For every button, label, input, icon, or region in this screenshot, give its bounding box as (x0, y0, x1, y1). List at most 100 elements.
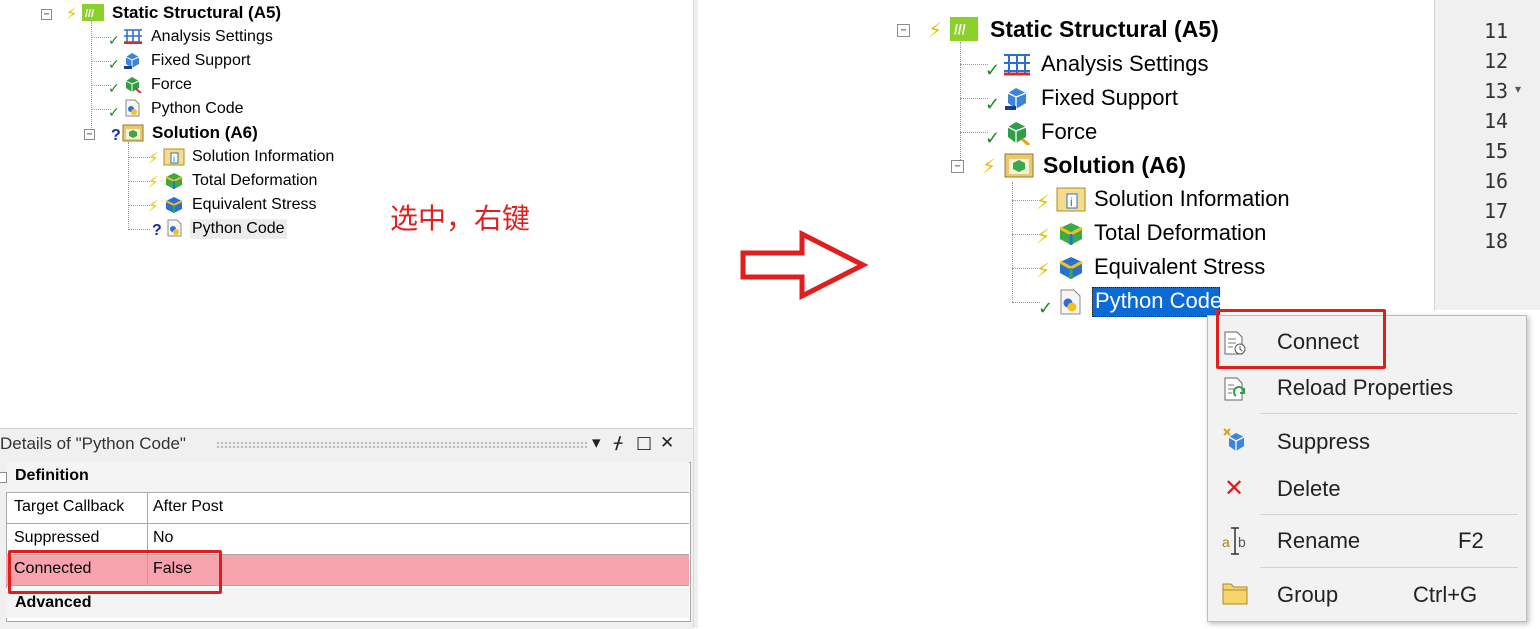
tree-item-static-structural[interactable]: Static Structural (A5) (990, 16, 1219, 42)
fixed-support-icon (1005, 88, 1027, 110)
section-label: Definition (15, 467, 89, 484)
tree-item-static-structural[interactable]: Static Structural (A5) (112, 3, 281, 23)
suppress-icon (1223, 428, 1245, 451)
check-icon: ✓ (108, 81, 120, 97)
close-icon[interactable]: ✕ (660, 433, 674, 453)
menu-separator (1260, 514, 1518, 515)
static-structural-icon: /// (82, 4, 104, 21)
tree-guide-line (960, 64, 988, 65)
bolt-icon: ⚡ (928, 18, 943, 42)
tree-item-python-code-selected[interactable]: Python Code (1095, 288, 1222, 314)
tree-item-fixed-support[interactable]: Fixed Support (151, 51, 251, 71)
highlight-box (1216, 309, 1386, 369)
tree-item-solution[interactable]: Solution (A6) (1043, 152, 1186, 178)
menu-item-group[interactable]: Group (1277, 582, 1338, 608)
shortcut-label: F2 (1458, 528, 1484, 553)
tree-item-equivalent-stress[interactable]: Equivalent Stress (1094, 254, 1265, 280)
svg-text:///: /// (954, 21, 966, 37)
tree-item-equivalent-stress[interactable]: Equivalent Stress (192, 195, 317, 215)
menu-item-rename[interactable]: Rename (1277, 528, 1360, 554)
tree-guide-line (1012, 302, 1040, 303)
check-icon: ✓ (108, 57, 120, 73)
tree-item-force[interactable]: Force (151, 75, 192, 95)
collapse-toggle[interactable]: − (84, 129, 95, 140)
collapse-toggle[interactable] (0, 472, 7, 483)
analysis-settings-icon (124, 29, 142, 44)
tree-item-analysis-settings[interactable]: Analysis Settings (151, 27, 273, 47)
menu-separator (1260, 413, 1518, 414)
check-icon: ✓ (108, 105, 120, 121)
python-code-icon (125, 99, 140, 117)
tree-item-solution[interactable]: Solution (A6) (152, 123, 258, 143)
reload-icon (1224, 377, 1245, 401)
fold-arrow-icon[interactable]: ▾ (1515, 82, 1521, 96)
section-definition[interactable]: Definition (0, 462, 689, 493)
force-icon (125, 77, 142, 93)
section-label: Advanced (15, 594, 92, 611)
check-icon: ✓ (1038, 298, 1054, 319)
tree-guide-line (128, 229, 150, 230)
python-code-icon (167, 219, 182, 237)
menu-item-delete[interactable]: Delete (1277, 476, 1341, 502)
equivalent-stress-icon (165, 197, 183, 213)
check-icon: ✓ (985, 128, 1001, 149)
rename-icon: ab (1222, 527, 1246, 555)
check-icon: ✓ (985, 94, 1001, 115)
bolt-icon: ⚡ (1036, 258, 1051, 282)
property-label: Suppressed (14, 529, 100, 546)
tree-guide-line (128, 181, 150, 182)
bolt-icon: ⚡ (148, 149, 159, 167)
collapse-toggle[interactable]: − (951, 160, 964, 173)
tree-item-python-code[interactable]: Python Code (151, 99, 244, 119)
svg-text:b: b (1238, 534, 1246, 550)
line-number: 12 (1484, 49, 1509, 73)
shortcut-label: Ctrl+G (1413, 582, 1478, 607)
solution-information-icon: i (163, 148, 185, 166)
property-value[interactable]: After Post (153, 498, 223, 516)
menu-item-suppress[interactable]: Suppress (1277, 429, 1370, 455)
tree-item-python-code-selected[interactable]: Python Code (190, 219, 287, 239)
dropdown-icon[interactable]: ▾ (592, 433, 601, 453)
panel-divider (693, 0, 698, 628)
tree-item-solution-information[interactable]: Solution Information (192, 147, 334, 167)
tree-guide-line (128, 142, 129, 230)
annotation-text: 选中，右键 (390, 202, 531, 235)
tree-item-analysis-settings[interactable]: Analysis Settings (1041, 51, 1209, 77)
total-deformation-icon (165, 173, 183, 189)
solution-information-icon: i (1056, 187, 1086, 212)
details-row[interactable]: Target Callback After Post (6, 493, 689, 524)
solution-icon (122, 124, 144, 142)
bolt-icon: ⚡ (982, 154, 997, 178)
collapse-toggle[interactable]: − (897, 24, 910, 37)
fixed-support-icon (124, 53, 140, 69)
title-grip-pattern (216, 441, 588, 449)
collapse-toggle[interactable]: − (41, 9, 52, 20)
folder-icon (1222, 583, 1248, 605)
tree-item-fixed-support[interactable]: Fixed Support (1041, 85, 1178, 111)
column-separator (147, 493, 148, 524)
question-icon: ? (152, 222, 162, 239)
bolt-icon: ⚡ (1036, 224, 1051, 248)
tree-item-total-deformation[interactable]: Total Deformation (1094, 220, 1266, 246)
tree-guide-line (128, 205, 150, 206)
bolt-icon: ⚡ (148, 173, 159, 191)
question-icon: ? (111, 127, 121, 144)
bolt-icon: ⚡ (148, 197, 159, 215)
maximize-icon[interactable]: □ (636, 433, 652, 453)
tree-guide-line (960, 98, 988, 99)
tree-guide-line (128, 157, 150, 158)
tree-item-total-deformation[interactable]: Total Deformation (192, 171, 317, 191)
check-icon: ✓ (108, 33, 120, 49)
line-number: 16 (1484, 169, 1509, 193)
tree-item-force[interactable]: Force (1041, 119, 1097, 145)
property-value[interactable]: No (153, 529, 173, 547)
tree-guide-line (960, 42, 961, 166)
delete-icon: ✕ (1224, 474, 1245, 502)
svg-text:i: i (1070, 195, 1073, 209)
bolt-icon: ⚡ (66, 4, 78, 23)
tree-item-solution-information[interactable]: Solution Information (1094, 186, 1290, 212)
svg-text:a: a (1222, 534, 1230, 550)
right-arrow-icon (740, 230, 869, 300)
menu-item-reload-properties[interactable]: Reload Properties (1277, 375, 1453, 401)
pin-icon[interactable]: ᚋ (614, 433, 622, 453)
